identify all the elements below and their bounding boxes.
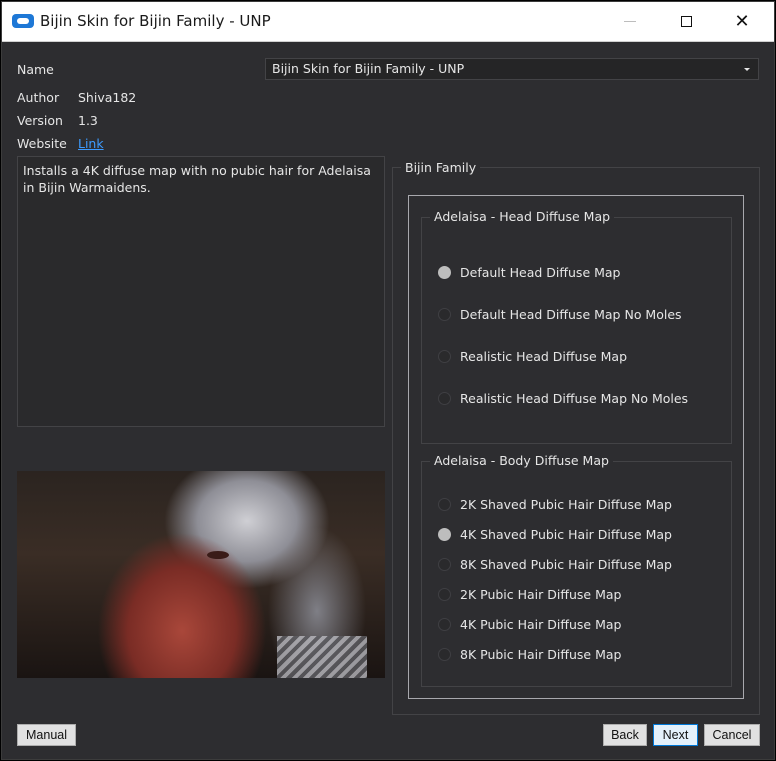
author-value: Shiva182 xyxy=(78,90,137,105)
radio-button[interactable] xyxy=(438,527,451,541)
radio-button[interactable] xyxy=(438,587,451,601)
maximize-icon xyxy=(680,16,692,27)
title-bar: Bijin Skin for Bijin Family - UNP ✕ xyxy=(2,2,774,42)
radio-button[interactable] xyxy=(438,557,451,571)
preview-image xyxy=(17,471,385,678)
maximize-button[interactable] xyxy=(658,2,714,41)
head-option-default-no-moles[interactable]: Default Head Diffuse Map No Moles xyxy=(438,305,682,323)
head-option-default[interactable]: Default Head Diffuse Map xyxy=(438,263,621,281)
body-option-8k-shaved[interactable]: 8K Shaved Pubic Hair Diffuse Map xyxy=(438,555,672,573)
body-option-8k-pubic[interactable]: 8K Pubic Hair Diffuse Map xyxy=(438,645,621,663)
window-title: Bijin Skin for Bijin Family - UNP xyxy=(40,12,271,30)
head-map-group xyxy=(421,217,732,444)
next-button[interactable]: Next xyxy=(653,724,698,746)
website-link[interactable]: Link xyxy=(78,136,104,151)
minimize-button[interactable] xyxy=(602,2,658,41)
radio-button[interactable] xyxy=(438,647,451,661)
plugin-select-value: Bijin Skin for Bijin Family - UNP xyxy=(272,61,465,76)
radio-button[interactable] xyxy=(438,265,451,279)
version-value: 1.3 xyxy=(78,113,98,128)
chevron-down-icon xyxy=(744,68,750,71)
close-icon: ✕ xyxy=(734,11,750,32)
radio-button[interactable] xyxy=(438,349,451,363)
minimize-icon xyxy=(624,21,636,22)
options-group-title: Bijin Family xyxy=(401,160,481,175)
description-box[interactable]: Installs a 4K diffuse map with no pubic … xyxy=(17,156,385,427)
radio-button[interactable] xyxy=(438,497,451,511)
head-map-group-title: Adelaisa - Head Diffuse Map xyxy=(430,209,615,224)
body-option-2k-pubic[interactable]: 2K Pubic Hair Diffuse Map xyxy=(438,585,621,603)
body-map-group-title: Adelaisa - Body Diffuse Map xyxy=(430,453,613,468)
back-button[interactable]: Back xyxy=(603,724,647,746)
manual-button[interactable]: Manual xyxy=(17,724,76,746)
body-option-4k-shaved[interactable]: 4K Shaved Pubic Hair Diffuse Map xyxy=(438,525,672,543)
radio-button[interactable] xyxy=(438,391,451,405)
head-option-realistic-no-moles[interactable]: Realistic Head Diffuse Map No Moles xyxy=(438,389,688,407)
website-label: Website xyxy=(17,136,67,151)
radio-button[interactable] xyxy=(438,617,451,631)
radio-button[interactable] xyxy=(438,307,451,321)
plugin-select[interactable]: Bijin Skin for Bijin Family - UNP xyxy=(265,58,759,80)
head-option-realistic[interactable]: Realistic Head Diffuse Map xyxy=(438,347,627,365)
name-label: Name xyxy=(17,62,54,77)
app-logo-icon xyxy=(12,14,34,28)
cancel-button[interactable]: Cancel xyxy=(704,724,760,746)
installer-window: Bijin Skin for Bijin Family - UNP ✕ Name… xyxy=(1,1,775,760)
author-label: Author xyxy=(17,90,60,105)
close-button[interactable]: ✕ xyxy=(714,2,770,41)
version-label: Version xyxy=(17,113,63,128)
body-option-4k-pubic[interactable]: 4K Pubic Hair Diffuse Map xyxy=(438,615,621,633)
body-option-2k-shaved[interactable]: 2K Shaved Pubic Hair Diffuse Map xyxy=(438,495,672,513)
